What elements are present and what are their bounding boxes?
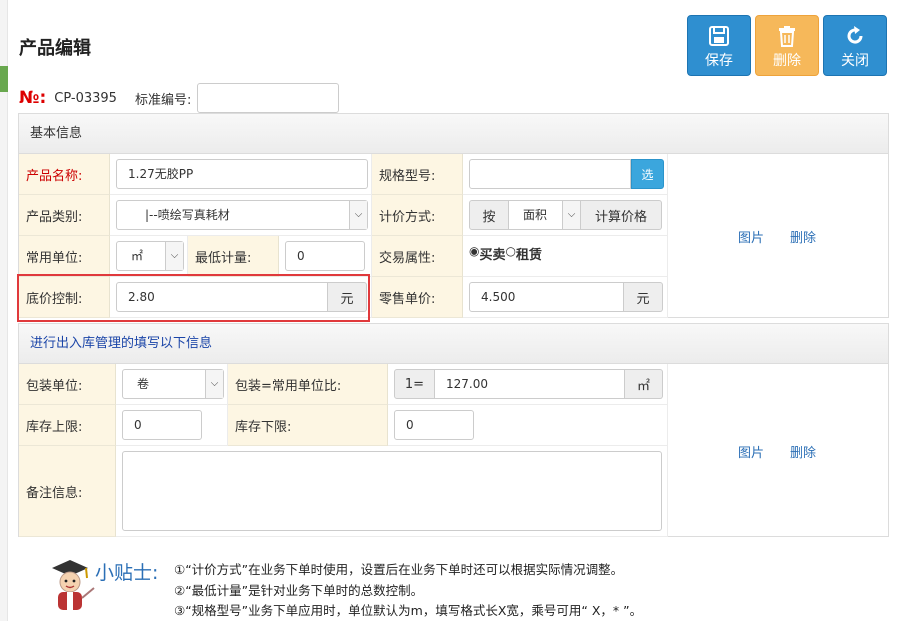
save-icon xyxy=(709,26,729,46)
unit-label: 常用单位: xyxy=(19,236,110,277)
radio-rent-label: 租赁 xyxy=(515,248,542,263)
stock-info-panel: 进行出入库管理的填写以下信息 包装单位: 卷 ⌵ 包装=常用单位比: 1= 12… xyxy=(18,323,889,537)
product-code: CP-03395 xyxy=(54,90,117,106)
trade-cell: ◉ 买卖 ○ 租赁 xyxy=(463,236,668,277)
trade-label: 交易属性: xyxy=(372,236,463,277)
left-edge-accent xyxy=(0,66,8,92)
stock-info-heading: 进行出入库管理的填写以下信息 xyxy=(19,324,888,364)
left-edge-strip xyxy=(0,0,8,621)
category-cell: |--喷绘写真耗材 ⌵ xyxy=(110,195,372,236)
number-mark: №: xyxy=(19,88,47,108)
product-name-label: 产品名称: xyxy=(19,154,110,195)
pack-unit-select[interactable]: 卷 ⌵ xyxy=(122,369,224,399)
spec-input[interactable] xyxy=(469,159,631,189)
page-title: 产品编辑 xyxy=(19,38,91,59)
unit-value: ㎡ xyxy=(131,249,144,263)
spec-label: 规格型号: xyxy=(372,154,463,195)
chevron-down-icon: ⌵ xyxy=(349,201,367,229)
chevron-down-icon: ⌵ xyxy=(205,370,223,398)
remark-label: 备注信息: xyxy=(19,446,116,537)
stock-upper-input[interactable]: 0 xyxy=(122,410,202,440)
product-name-cell: 1.27无胶PP xyxy=(110,154,372,195)
close-button[interactable]: 关闭 xyxy=(823,15,887,76)
spec-cell: 选 xyxy=(463,154,668,195)
record-line: №: CP-03395 标准编号: xyxy=(19,83,340,113)
stock-upper-cell: 0 xyxy=(116,405,228,446)
basic-image-link[interactable]: 图片 xyxy=(738,227,764,246)
pricing-select[interactable]: 面积 ⌵ xyxy=(509,200,581,230)
chevron-down-icon: ⌵ xyxy=(165,242,183,270)
chevron-down-icon: ⌵ xyxy=(562,201,580,229)
trash-icon xyxy=(779,26,795,47)
stock-lower-cell: 0 xyxy=(388,405,668,446)
standard-number-label: 标准编号: xyxy=(134,92,192,108)
stock-lower-input[interactable]: 0 xyxy=(394,410,474,440)
floor-price-highlight xyxy=(17,274,370,322)
pack-ratio-unit: ㎡ xyxy=(625,369,663,399)
pack-unit-cell: 卷 ⌵ xyxy=(116,364,228,405)
radio-rent-icon[interactable]: ○ xyxy=(506,244,516,258)
pricing-prefix: 按 xyxy=(469,200,509,230)
stock-lower-label: 库存下限: xyxy=(228,405,388,446)
unit-select[interactable]: ㎡ ⌵ xyxy=(116,241,184,271)
pricing-cell: 按 面积 ⌵ 计算价格 xyxy=(463,195,668,236)
product-name-input[interactable]: 1.27无胶PP xyxy=(116,159,368,189)
pack-ratio-cell: 1= 127.00 ㎡ xyxy=(388,364,668,405)
tip-line-2: ②“最低计量”是针对业务下单时的总数控制。 xyxy=(174,583,424,598)
remark-cell xyxy=(116,446,668,537)
pricing-label: 计价方式: xyxy=(372,195,463,236)
category-label: 产品类别: xyxy=(19,195,110,236)
pack-ratio-input[interactable]: 127.00 xyxy=(435,369,625,399)
remark-textarea[interactable] xyxy=(122,451,662,531)
retail-price-cell: 4.500 元 xyxy=(463,277,668,318)
refresh-icon xyxy=(847,26,863,44)
radio-buy-label: 买卖 xyxy=(479,248,506,263)
delete-button[interactable]: 删除 xyxy=(755,15,819,76)
radio-buy-icon[interactable]: ◉ xyxy=(469,244,479,258)
pack-unit-label: 包装单位: xyxy=(19,364,116,405)
pack-unit-value: 卷 xyxy=(137,377,150,391)
stock-image-link[interactable]: 图片 xyxy=(738,442,764,461)
min-qty-cell: 0 xyxy=(279,236,372,277)
pack-ratio-label: 包装=常用单位比: xyxy=(228,364,388,405)
min-qty-input[interactable]: 0 xyxy=(285,241,365,271)
category-select[interactable]: |--喷绘写真耗材 ⌵ xyxy=(116,200,368,230)
min-qty-label: 最低计量: xyxy=(188,236,279,277)
tip-line-3: ③“规格型号”业务下单应用时，单位默认为m，填写格式长X宽，乘号可用“ X，* … xyxy=(174,603,643,618)
spec-select-button[interactable]: 选 xyxy=(631,159,664,189)
pricing-suffix: 计算价格 xyxy=(581,200,662,230)
retail-price-unit: 元 xyxy=(624,282,663,312)
save-label: 保存 xyxy=(705,53,733,69)
tip-line-1: ①“计价方式”在业务下单时使用，设置后在业务下单时还可以根据实际情况调整。 xyxy=(174,562,624,577)
close-label: 关闭 xyxy=(841,53,869,69)
category-value: |--喷绘写真耗材 xyxy=(145,208,230,222)
delete-label: 删除 xyxy=(773,53,801,69)
basic-info-heading: 基本信息 xyxy=(19,114,888,154)
tips-title: 小贴士: xyxy=(95,562,159,584)
unit-cell: ㎡ ⌵ xyxy=(110,236,188,277)
standard-number-input[interactable] xyxy=(197,83,340,113)
stock-delete-link[interactable]: 删除 xyxy=(790,442,816,461)
teacher-mascot xyxy=(46,558,96,614)
save-button[interactable]: 保存 xyxy=(687,15,751,76)
retail-price-label: 零售单价: xyxy=(372,277,463,318)
basic-delete-link[interactable]: 删除 xyxy=(790,227,816,246)
pricing-value: 面积 xyxy=(523,208,548,222)
stock-upper-label: 库存上限: xyxy=(19,405,116,446)
pack-ratio-prefix: 1= xyxy=(394,369,435,399)
retail-price-input[interactable]: 4.500 xyxy=(469,282,624,312)
